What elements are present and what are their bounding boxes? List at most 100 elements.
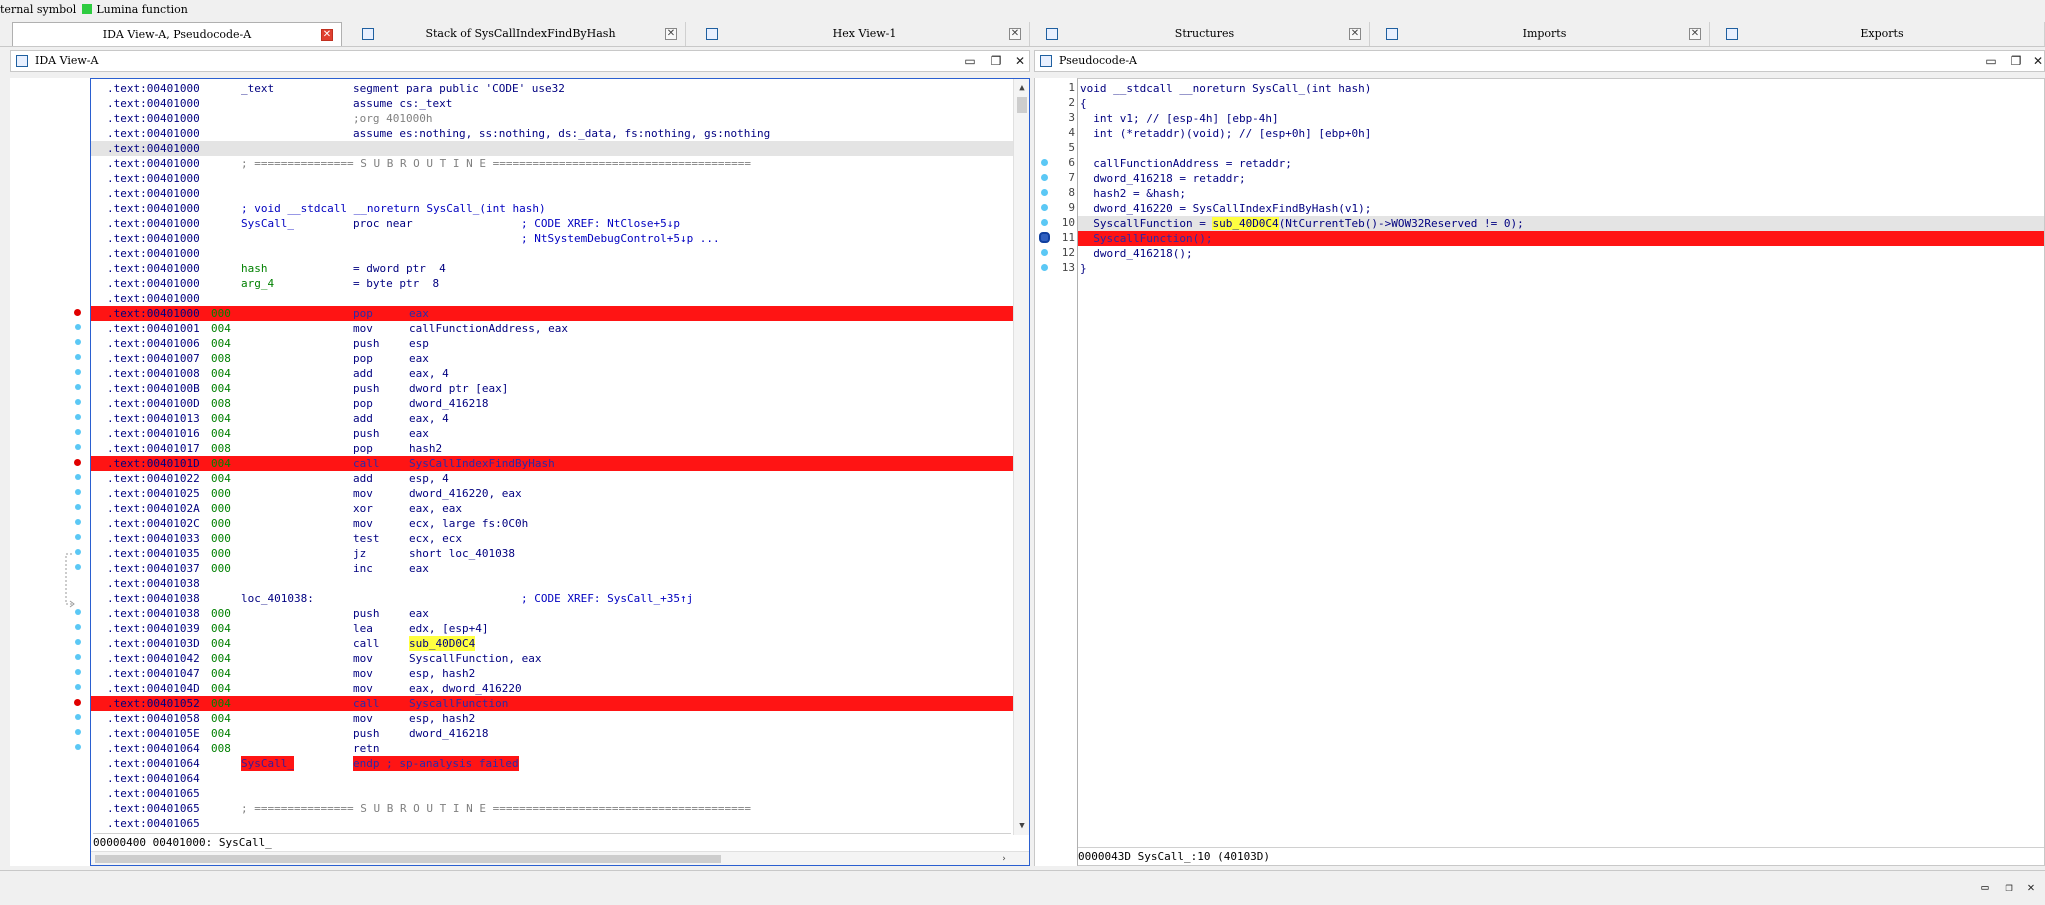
ida-hscrollbar[interactable]: › (91, 851, 1029, 865)
pseudocode-line[interactable]: int v1; // [esp-4h] [ebp-4h] (1078, 111, 2044, 126)
line-dot-icon[interactable] (1041, 159, 1048, 166)
line-dot-icon[interactable] (75, 324, 81, 330)
line-dot-icon[interactable] (75, 639, 81, 645)
tab-structures[interactable]: Structures ✕ (1040, 22, 1370, 46)
disasm-line[interactable]: .text:00401007 008 pop eax (91, 351, 1029, 366)
pseudocode-line[interactable]: callFunctionAddress = retaddr; (1078, 156, 2044, 171)
pseudocode-line[interactable]: dword_416218 = retaddr; (1078, 171, 2044, 186)
disasm-line[interactable]: .text:00401065 (91, 786, 1029, 801)
maximize-icon[interactable]: ▭ (961, 51, 979, 71)
close-icon[interactable]: ✕ (1689, 28, 1701, 40)
disasm-line[interactable]: .text:0040100D 008 pop dword_416218 (91, 396, 1029, 411)
disasm-line[interactable]: .text:00401047 004 mov esp, hash2 (91, 666, 1029, 681)
line-dot-icon[interactable] (75, 624, 81, 630)
pseudocode-line[interactable]: void __stdcall __noreturn SysCall_(int h… (1078, 81, 2044, 96)
disasm-line[interactable]: .text:00401000 arg_4 = byte ptr 8 (91, 276, 1029, 291)
disasm-line[interactable]: .text:00401025 000 mov dword_416220, eax (91, 486, 1029, 501)
disasm-line[interactable]: .text:0040101D 004 call SysCallIndexFindByH… (91, 456, 1029, 471)
pseudocode-line[interactable] (1078, 141, 2044, 156)
disasm-line[interactable]: .text:00401000 SysCall_ proc near ; CODE XR… (91, 216, 1029, 231)
disasm-line[interactable]: .text:00401000 (91, 291, 1029, 306)
tab-exports[interactable]: Exports (1720, 22, 2045, 46)
restore-icon[interactable]: ❐ (987, 51, 1005, 71)
maximize-icon[interactable]: ▭ (1976, 877, 1994, 897)
line-dot-icon[interactable] (1041, 249, 1048, 256)
disasm-line[interactable]: .text:00401000 ; =============== S U B R … (91, 156, 1029, 171)
line-dot-icon[interactable] (75, 654, 81, 660)
disasm-line[interactable]: .text:00401013 004 add eax, 4 (91, 411, 1029, 426)
line-dot-icon[interactable] (75, 414, 81, 420)
line-dot-icon[interactable] (75, 549, 81, 555)
pseudocode-line[interactable]: SyscallFunction = sub_40D0C4(NtCurrentTe… (1078, 216, 2044, 231)
breakpoint-icon[interactable] (74, 459, 81, 466)
disasm-line[interactable]: .text:00401000 (91, 246, 1029, 261)
vscroll-thumb[interactable] (1017, 97, 1027, 113)
disasm-line[interactable]: .text:00401064 (91, 771, 1029, 786)
breakpoint-icon[interactable] (74, 309, 81, 316)
disasm-line[interactable]: .text:00401058 004 mov esp, hash2 (91, 711, 1029, 726)
current-line-icon[interactable] (1039, 232, 1050, 243)
tab-ida-view-pseudocode[interactable]: IDA View-A, Pseudocode-A ✕ (12, 22, 342, 46)
scroll-up-icon[interactable]: ▲ (1015, 81, 1029, 95)
line-dot-icon[interactable] (1041, 219, 1048, 226)
disasm-line[interactable]: .text:00401064 SysCall_ endp ; sp-analysis… (91, 756, 1029, 771)
line-dot-icon[interactable] (75, 714, 81, 720)
line-dot-icon[interactable] (75, 519, 81, 525)
restore-icon[interactable]: ❐ (2000, 877, 2018, 897)
close-icon[interactable]: ✕ (1009, 28, 1021, 40)
ida-vscrollbar[interactable]: ▲ ▼ (1013, 79, 1029, 835)
disasm-line[interactable]: .text:0040105E 004 push dword_416218 (91, 726, 1029, 741)
pseudocode-line[interactable]: } (1078, 261, 2044, 276)
disasm-line[interactable]: .text:00401000 assume es:nothing, ss:noth… (91, 126, 1029, 141)
disasm-line[interactable]: .text:00401000 (91, 141, 1029, 156)
line-dot-icon[interactable] (75, 744, 81, 750)
disasm-line[interactable]: .text:00401065 ; =============== S U B R … (91, 801, 1029, 816)
maximize-icon[interactable]: ▭ (1982, 51, 2000, 71)
pseudocode-view[interactable]: void __stdcall __noreturn SysCall_(int h… (1077, 78, 2045, 866)
pseudocode-line[interactable]: { (1078, 96, 2044, 111)
disasm-line[interactable]: .text:00401000 000 pop eax (91, 306, 1029, 321)
disasm-line[interactable]: .text:0040100B 004 push dword ptr [eax] (91, 381, 1029, 396)
breakpoint-icon[interactable] (74, 699, 81, 706)
disasm-line[interactable]: .text:00401000 _text segment para public '… (91, 81, 1029, 96)
disasm-line[interactable]: .text:00401000 assume cs:_text (91, 96, 1029, 111)
line-dot-icon[interactable] (1041, 204, 1048, 211)
close-icon[interactable]: ✕ (2022, 877, 2040, 897)
disasm-line[interactable]: .text:00401008 004 add eax, 4 (91, 366, 1029, 381)
line-dot-icon[interactable] (75, 609, 81, 615)
disasm-line[interactable]: .text:00401038 000 push eax (91, 606, 1029, 621)
disasm-line[interactable]: .text:0040102C 000 mov ecx, large fs:0C0h (91, 516, 1029, 531)
pseudocode-line[interactable]: int (*retaddr)(void); // [esp+0h] [ebp+0… (1078, 126, 2044, 141)
disasm-line[interactable]: .text:00401001 004 mov callFunctionAddress,… (91, 321, 1029, 336)
disasm-line[interactable]: .text:00401039 004 lea edx, [esp+4] (91, 621, 1029, 636)
scroll-right-icon[interactable]: › (997, 852, 1011, 865)
close-icon[interactable]: ✕ (665, 28, 677, 40)
disasm-line[interactable]: .text:00401042 004 mov SyscallFunction, eax (91, 651, 1029, 666)
disasm-line[interactable]: .text:00401000 ; NtSystemDebugControl+5↓p… (91, 231, 1029, 246)
disasm-line[interactable]: .text:00401033 000 test ecx, ecx (91, 531, 1029, 546)
pseudocode-line[interactable]: dword_416218(); (1078, 246, 2044, 261)
restore-icon[interactable]: ❐ (2007, 51, 2025, 71)
close-icon[interactable]: ✕ (321, 29, 333, 41)
line-dot-icon[interactable] (75, 489, 81, 495)
disasm-line[interactable]: .text:00401038 (91, 576, 1029, 591)
line-dot-icon[interactable] (75, 684, 81, 690)
disasm-line[interactable]: .text:00401000 (91, 186, 1029, 201)
line-dot-icon[interactable] (75, 534, 81, 540)
line-dot-icon[interactable] (1041, 174, 1048, 181)
disasm-line[interactable]: .text:00401000 ;org 401000h (91, 111, 1029, 126)
disasm-line[interactable]: .text:00401064 008 retn (91, 741, 1029, 756)
line-dot-icon[interactable] (75, 564, 81, 570)
disasm-line[interactable]: .text:00401052 004 call SyscallFunction (91, 696, 1029, 711)
disasm-line[interactable]: .text:0040103D 004 call sub_40D0C4 (91, 636, 1029, 651)
tab-imports[interactable]: Imports ✕ (1380, 22, 1710, 46)
disasm-line[interactable]: .text:00401000 ; void __stdcall __noretur… (91, 201, 1029, 216)
disasm-line[interactable]: .text:00401000 hash = dword ptr 4 (91, 261, 1029, 276)
hscroll-thumb[interactable] (95, 855, 721, 863)
ida-disassembly[interactable]: .text:00401000 _text segment para public '… (90, 78, 1030, 866)
pseudocode-line[interactable]: hash2 = &hash; (1078, 186, 2044, 201)
disasm-line[interactable]: .text:00401022 004 add esp, 4 (91, 471, 1029, 486)
line-dot-icon[interactable] (75, 339, 81, 345)
line-dot-icon[interactable] (75, 729, 81, 735)
close-icon[interactable]: ✕ (2029, 51, 2045, 71)
